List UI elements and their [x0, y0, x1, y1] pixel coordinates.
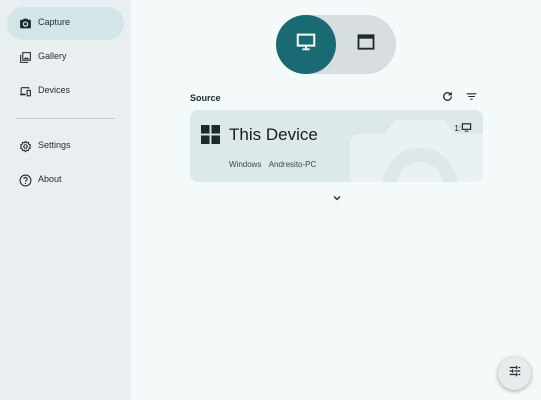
capture-options-button[interactable]	[498, 357, 531, 390]
sidebar-item-label: Devices	[38, 85, 71, 95]
sidebar-divider	[16, 118, 115, 119]
sidebar-item-gallery[interactable]: Gallery	[7, 41, 124, 74]
gear-icon	[18, 139, 32, 153]
help-icon	[18, 173, 32, 187]
window-mode-button[interactable]	[336, 15, 396, 74]
source-section-title: Source	[190, 93, 221, 103]
refresh-icon[interactable]	[440, 89, 454, 103]
windows-logo-icon	[201, 125, 220, 149]
sidebar-item-about[interactable]: About	[7, 164, 124, 197]
sidebar: Capture Gallery Devices Settings About	[0, 0, 131, 400]
expand-button[interactable]	[330, 193, 344, 207]
display-count-text: 1:	[454, 124, 461, 133]
display-count-badge: 1:	[454, 122, 472, 135]
monitor-icon	[295, 31, 317, 58]
window-icon	[356, 32, 376, 57]
screen-mode-button[interactable]	[276, 15, 336, 74]
sidebar-item-capture[interactable]: Capture	[7, 7, 124, 40]
tune-icon	[508, 364, 522, 383]
sidebar-item-settings[interactable]: Settings	[7, 130, 124, 163]
monitor-icon	[461, 122, 472, 135]
sidebar-item-devices[interactable]: Devices	[7, 75, 124, 108]
camera-icon	[18, 16, 32, 30]
filter-icon[interactable]	[464, 89, 478, 103]
sidebar-item-label: Capture	[38, 17, 71, 27]
source-device-card[interactable]: This Device Windows Andresito-PC 1:	[190, 110, 483, 182]
device-hostname: Andresito-PC	[268, 160, 317, 169]
capture-mode-toggle	[276, 15, 396, 74]
device-os: Windows	[229, 160, 262, 169]
chevron-down-icon	[331, 191, 343, 209]
sidebar-item-label: About	[38, 174, 62, 184]
device-name: This Device	[229, 125, 318, 144]
gallery-icon	[18, 50, 32, 64]
device-meta: Windows Andresito-PC	[229, 160, 316, 169]
sidebar-item-label: Settings	[38, 140, 71, 150]
sidebar-item-label: Gallery	[38, 51, 67, 61]
devices-icon	[18, 84, 32, 98]
